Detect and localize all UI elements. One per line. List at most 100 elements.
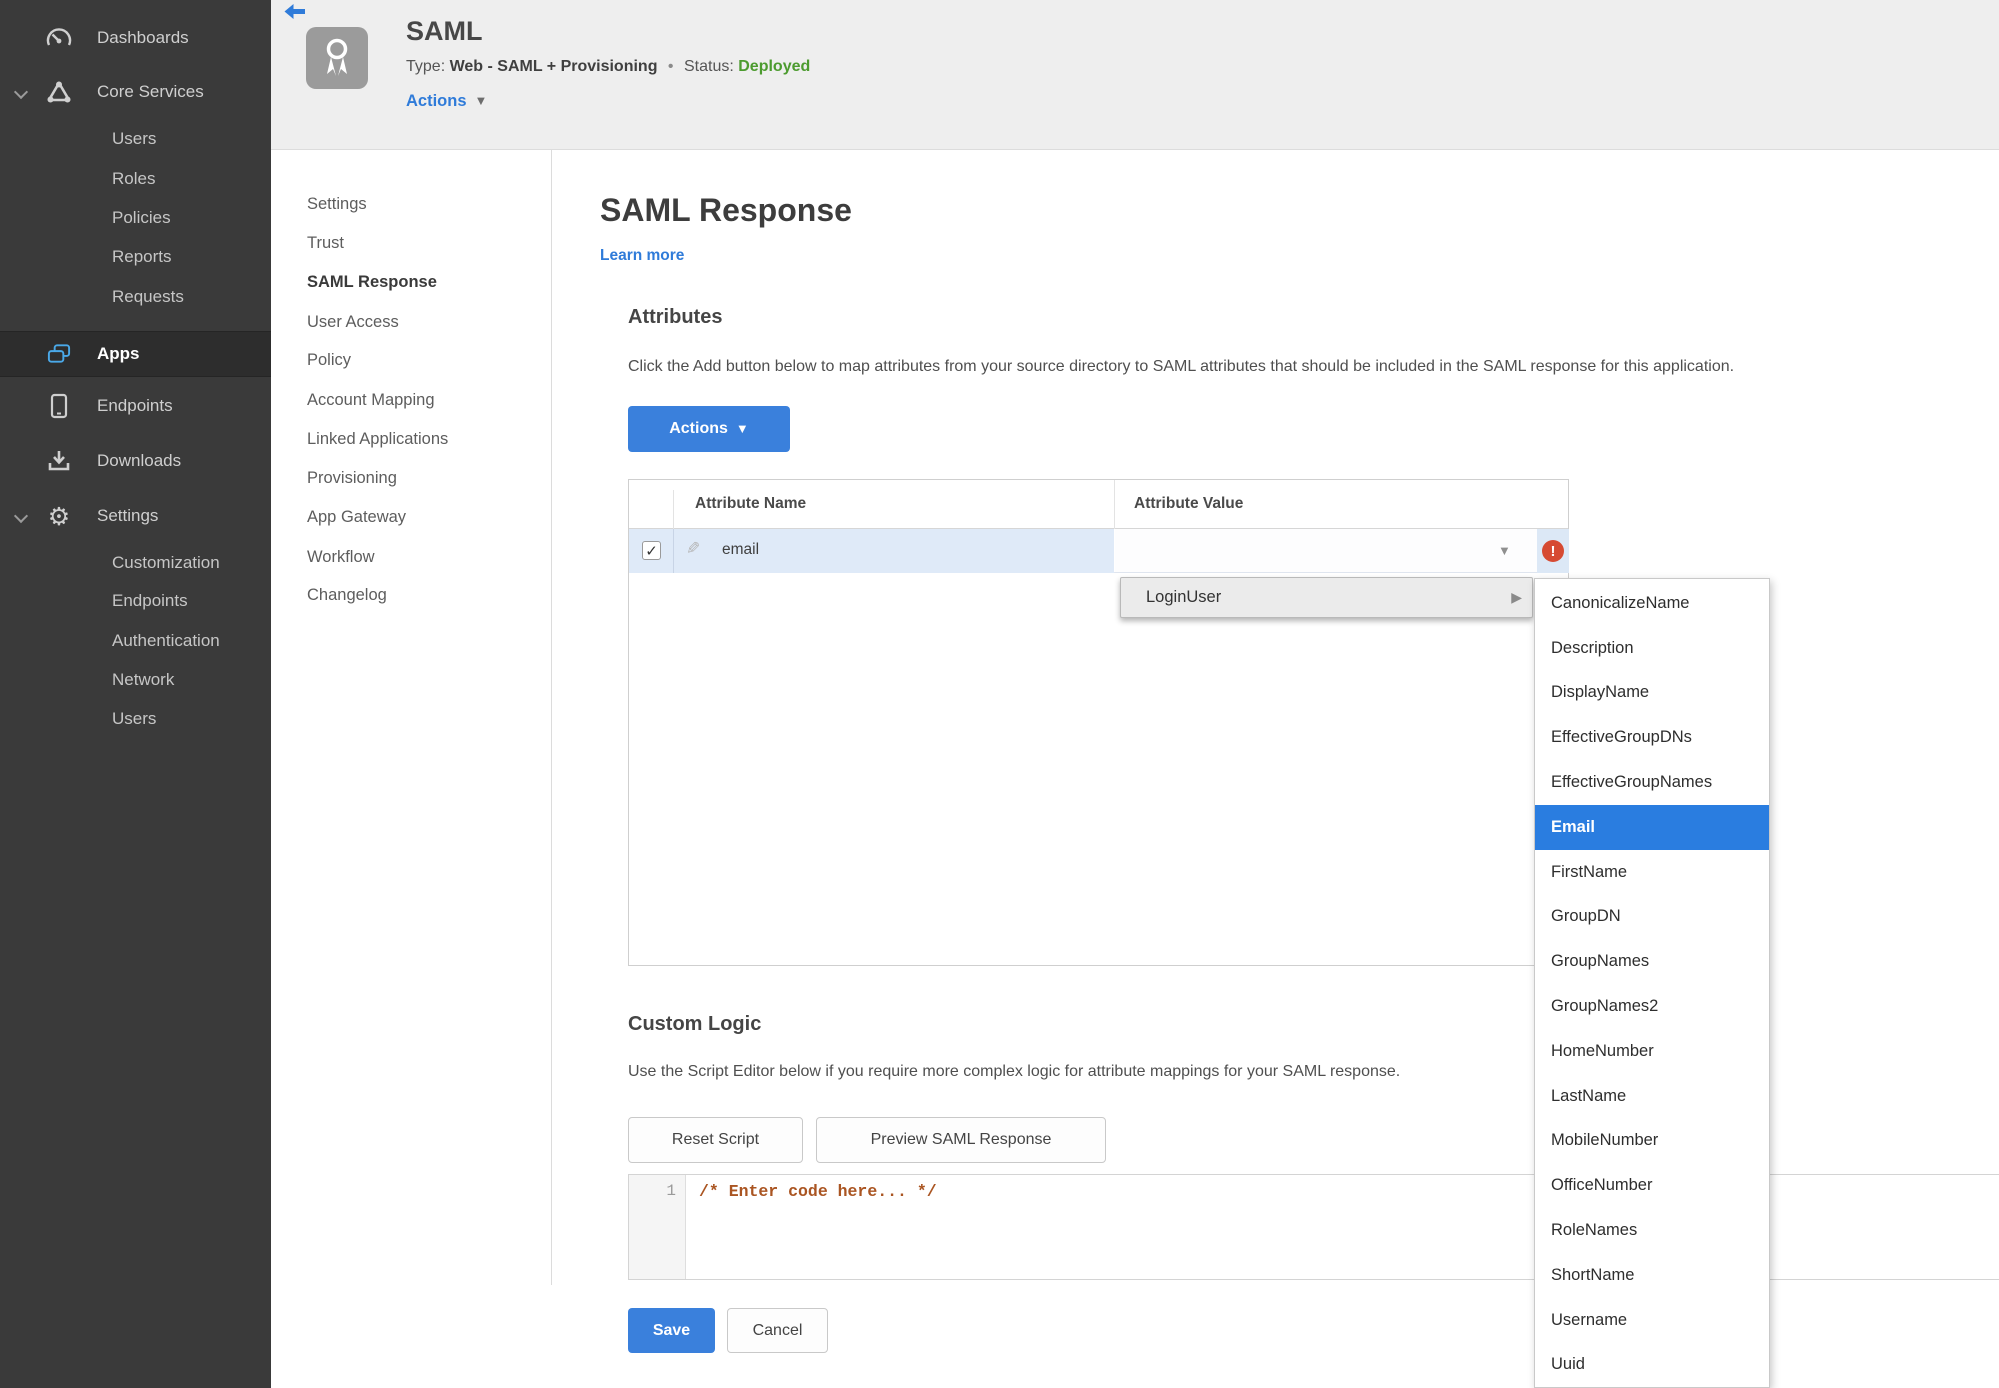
submenu-item-displayname[interactable]: DisplayName (1535, 671, 1769, 716)
submenu-item-homenumber[interactable]: HomeNumber (1535, 1029, 1769, 1074)
cell-divider (673, 529, 674, 573)
sidebar-item-downloads[interactable]: Downloads (0, 441, 271, 481)
subnav-item-provisioning[interactable]: Provisioning (307, 469, 397, 488)
subnav-item-policy[interactable]: Policy (307, 351, 351, 370)
sidebar-item-customization[interactable]: Customization (0, 543, 271, 583)
subnav-item-settings[interactable]: Settings (307, 195, 367, 214)
attribute-value-dropdown[interactable]: ▼ (1115, 529, 1537, 573)
save-button[interactable]: Save (628, 1308, 715, 1353)
back-arrow-icon[interactable] (284, 4, 306, 22)
submenu-item-username[interactable]: Username (1535, 1298, 1769, 1343)
sidebar-item-label: Settings (97, 506, 159, 525)
sidebar-item-settings[interactable]: ⚙ Settings (0, 496, 271, 536)
submenu-item-effectivegroupdns[interactable]: EffectiveGroupDNs (1535, 715, 1769, 760)
submenu-item-firstname[interactable]: FirstName (1535, 850, 1769, 895)
subnav-item-linked-applications[interactable]: Linked Applications (307, 430, 448, 449)
attribute-value-context-menu[interactable]: LoginUser ▶ (1120, 577, 1533, 618)
sidebar-item-core-services[interactable]: Core Services (0, 72, 271, 112)
sidebar-item-endpoints[interactable]: Endpoints (0, 581, 271, 621)
subnav-item-changelog[interactable]: Changelog (307, 586, 387, 605)
header-actions-menu[interactable]: Actions ▼ (406, 92, 487, 111)
sidebar-item-dashboards[interactable]: Dashboards (0, 18, 271, 58)
sidebar-item-apps[interactable]: Apps (0, 331, 271, 377)
attribute-name-cell: ✓ ✎ email (629, 529, 1114, 573)
cancel-button[interactable]: Cancel (727, 1308, 828, 1353)
sidebar-item-label: Reports (112, 247, 172, 266)
sidebar-item-label: Customization (112, 553, 220, 572)
submenu-item-email[interactable]: Email (1535, 804, 1769, 850)
sidebar-item-authentication[interactable]: Authentication (0, 621, 271, 661)
submenu-item-groupdn[interactable]: GroupDN (1535, 895, 1769, 940)
sidebar-item-network[interactable]: Network (0, 660, 271, 700)
sidebar-item-users[interactable]: Users (0, 699, 271, 739)
status-label: Status: (683, 58, 734, 75)
attributes-table: Attribute Name Attribute Value ✓ ✎ email… (628, 479, 1569, 966)
attributes-heading: Attributes (628, 306, 723, 328)
submenu-item-rolenames[interactable]: RoleNames (1535, 1208, 1769, 1253)
app-meta-line: Type: Web - SAML + Provisioning • Status… (406, 58, 810, 76)
submenu-item-uuid[interactable]: Uuid (1535, 1343, 1769, 1388)
edit-pencil-icon[interactable]: ✎ (686, 539, 700, 559)
subnav-item-saml-response[interactable]: SAML Response (307, 273, 437, 292)
subnav-item-account-mapping[interactable]: Account Mapping (307, 391, 435, 410)
submenu-item-mobilenumber[interactable]: MobileNumber (1535, 1119, 1769, 1164)
column-divider (1114, 480, 1115, 529)
submenu-item-shortname[interactable]: ShortName (1535, 1253, 1769, 1298)
sidebar-item-label: Dashboards (97, 28, 189, 47)
app-header: SAML Type: Web - SAML + Provisioning • S… (271, 0, 1999, 150)
preview-saml-response-button[interactable]: Preview SAML Response (816, 1117, 1106, 1163)
attribute-name-value: email (722, 541, 760, 558)
sidebar-item-label: Requests (112, 287, 184, 306)
submenu-item-groupnames[interactable]: GroupNames (1535, 939, 1769, 984)
submenu-item-effectivegroupnames[interactable]: EffectiveGroupNames (1535, 760, 1769, 805)
table-header-row: Attribute Name Attribute Value (629, 480, 1568, 529)
script-editor[interactable]: 1 /* Enter code here... */ (628, 1174, 1999, 1280)
column-divider (673, 490, 674, 529)
attributes-actions-button[interactable]: Actions ▼ (628, 406, 790, 452)
reset-script-button[interactable]: Reset Script (628, 1117, 803, 1163)
sidebar-item-label: Endpoints (112, 591, 188, 610)
gear-icon: ⚙ (47, 501, 71, 531)
submenu-item-canonicalizename[interactable]: CanonicalizeName (1535, 581, 1769, 626)
status-badge: Deployed (738, 58, 811, 75)
sidebar-item-policies[interactable]: Policies (0, 198, 271, 238)
submenu-item-groupnames2[interactable]: GroupNames2 (1535, 984, 1769, 1029)
context-menu-label: LoginUser (1146, 588, 1222, 606)
caret-down-icon: ▼ (474, 93, 488, 108)
subnav-item-app-gateway[interactable]: App Gateway (307, 508, 406, 527)
attributes-actions-label: Actions (669, 420, 728, 437)
sidebar-item-label: Endpoints (97, 396, 173, 415)
sidebar-item-users[interactable]: Users (0, 119, 271, 159)
attribute-submenu: CanonicalizeName Description DisplayName Ef… (1534, 578, 1770, 1388)
row-checkbox[interactable]: ✓ (642, 541, 661, 560)
attribute-error-cell: ! (1537, 529, 1569, 573)
chevron-down-icon[interactable] (16, 511, 27, 522)
subnav-item-trust[interactable]: Trust (307, 234, 344, 253)
subnav-item-workflow[interactable]: Workflow (307, 548, 375, 567)
subnav-item-user-access[interactable]: User Access (307, 313, 399, 332)
caret-down-icon: ▼ (735, 420, 749, 436)
submenu-item-lastname[interactable]: LastName (1535, 1074, 1769, 1119)
sidebar-item-reports[interactable]: Reports (0, 237, 271, 277)
submenu-item-officenumber[interactable]: OfficeNumber (1535, 1163, 1769, 1208)
sidebar-item-label: Authentication (112, 631, 220, 650)
gauge-icon (46, 25, 72, 51)
submenu-item-description[interactable]: Description (1535, 626, 1769, 671)
page-app-title: SAML (406, 16, 483, 46)
attributes-description: Click the Add button below to map attrib… (628, 358, 1735, 375)
chevron-down-icon[interactable] (16, 87, 27, 98)
page: Dashboards Core Services Users Roles Policie… (0, 0, 1999, 1388)
sidebar-item-label: Core Services (97, 82, 204, 101)
sidebar-item-endpoints[interactable]: Endpoints (0, 386, 271, 426)
learn-more-link[interactable]: Learn more (600, 247, 684, 265)
sidebar-item-label: Roles (112, 169, 156, 188)
sidebar-item-label: Policies (112, 208, 171, 227)
meta-separator: • (667, 58, 674, 75)
sidebar-item-label: Network (112, 670, 175, 689)
header-actions-label: Actions (406, 92, 467, 110)
sidebar-item-label: Apps (97, 344, 140, 363)
sidebar-nav: Dashboards Core Services Users Roles Policie… (0, 0, 271, 1388)
table-row: ✓ ✎ email ▼ ! (629, 529, 1569, 573)
sidebar-item-requests[interactable]: Requests (0, 277, 271, 317)
sidebar-item-roles[interactable]: Roles (0, 159, 271, 199)
